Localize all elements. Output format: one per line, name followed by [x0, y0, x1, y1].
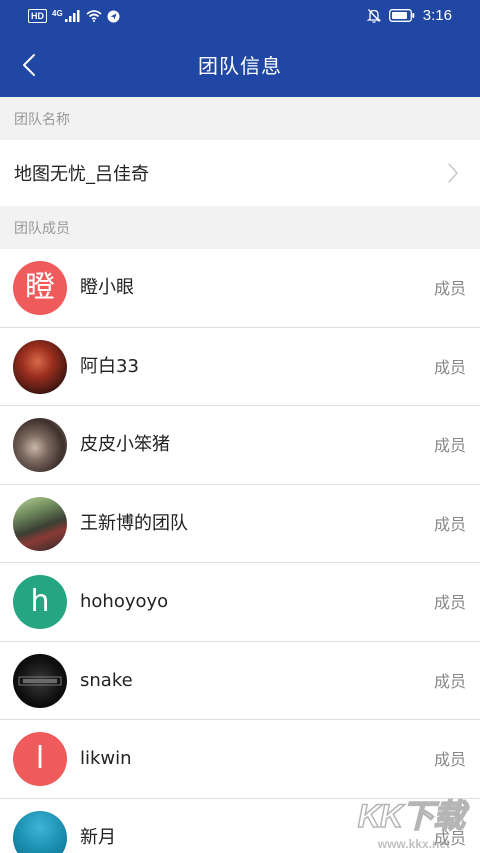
- chevron-right-icon: [448, 163, 458, 183]
- member-name: 王新博的团队: [80, 512, 188, 534]
- watermark: KK下载 www.kkx.net: [342, 791, 472, 851]
- member-role: 成员: [433, 593, 466, 612]
- status-bar: HD 4G 3:16: [0, 0, 480, 34]
- status-left: HD 4G: [28, 9, 120, 23]
- member-role: 成员: [433, 357, 466, 377]
- member-name: 皮皮小笨猪: [80, 434, 170, 455]
- member-row[interactable]: 阿白33 成员: [0, 328, 480, 406]
- team-name: 地图无忧_吕佳奇: [14, 164, 149, 185]
- watermark-url: www.kkx.net: [377, 837, 450, 851]
- avatar-letter: h: [30, 584, 50, 619]
- member-role: 成员: [433, 436, 466, 455]
- section-header-team-name: 团队名称: [0, 97, 480, 140]
- diablo-logo-icon: [18, 676, 62, 685]
- member-name: 瞪小眼: [80, 277, 134, 298]
- avatar: 瞪: [13, 261, 67, 315]
- avatar-letter: l: [35, 741, 45, 776]
- watermark-logo: KK下载: [357, 797, 466, 835]
- member-row[interactable]: 皮皮小笨猪 成员: [0, 406, 480, 485]
- mute-bell-icon: [366, 9, 381, 23]
- hd-badge: HD: [28, 9, 47, 23]
- avatar: [13, 339, 67, 394]
- status-right: 3:16: [366, 7, 452, 24]
- member-role: 成员: [433, 750, 466, 769]
- avatar: h: [13, 575, 67, 629]
- avatar: [13, 496, 67, 551]
- member-list: 瞪 瞪小眼 成员 阿白33 成员 皮皮小笨猪 成员 王新博的团队 成员 h ho…: [0, 249, 480, 853]
- avatar-letter: 瞪: [25, 270, 55, 305]
- member-row[interactable]: snake 成员: [0, 642, 480, 720]
- battery-icon: [388, 9, 415, 22]
- member-row[interactable]: 王新博的团队 成员: [0, 485, 480, 563]
- team-name-row[interactable]: 地图无忧_吕佳奇: [0, 140, 480, 206]
- member-name: likwin: [80, 748, 132, 769]
- member-row[interactable]: h hohoyoyo 成员: [0, 563, 480, 642]
- section-header-members: 团队成员: [0, 206, 480, 249]
- member-name: snake: [80, 669, 133, 691]
- signal-icon: [64, 10, 80, 22]
- navigation-bar: 团队信息: [0, 34, 480, 97]
- member-row[interactable]: l likwin 成员: [0, 720, 480, 799]
- avatar: [13, 653, 67, 708]
- member-name: hohoyoyo: [80, 591, 169, 612]
- location-icon: [107, 10, 120, 22]
- avatar: [13, 418, 67, 472]
- member-name: 阿白33: [80, 355, 139, 377]
- member-role: 成员: [433, 514, 466, 534]
- wifi-icon: [86, 10, 102, 22]
- page-title: 团队信息: [198, 54, 282, 78]
- member-role: 成员: [433, 671, 466, 691]
- network-type: 4G: [52, 8, 63, 18]
- avatar: [13, 810, 67, 853]
- avatar: l: [13, 732, 67, 786]
- member-row[interactable]: 瞪 瞪小眼 成员: [0, 249, 480, 328]
- member-name: 新月: [80, 826, 116, 848]
- member-role: 成员: [433, 279, 466, 298]
- clock: 3:16: [422, 7, 452, 24]
